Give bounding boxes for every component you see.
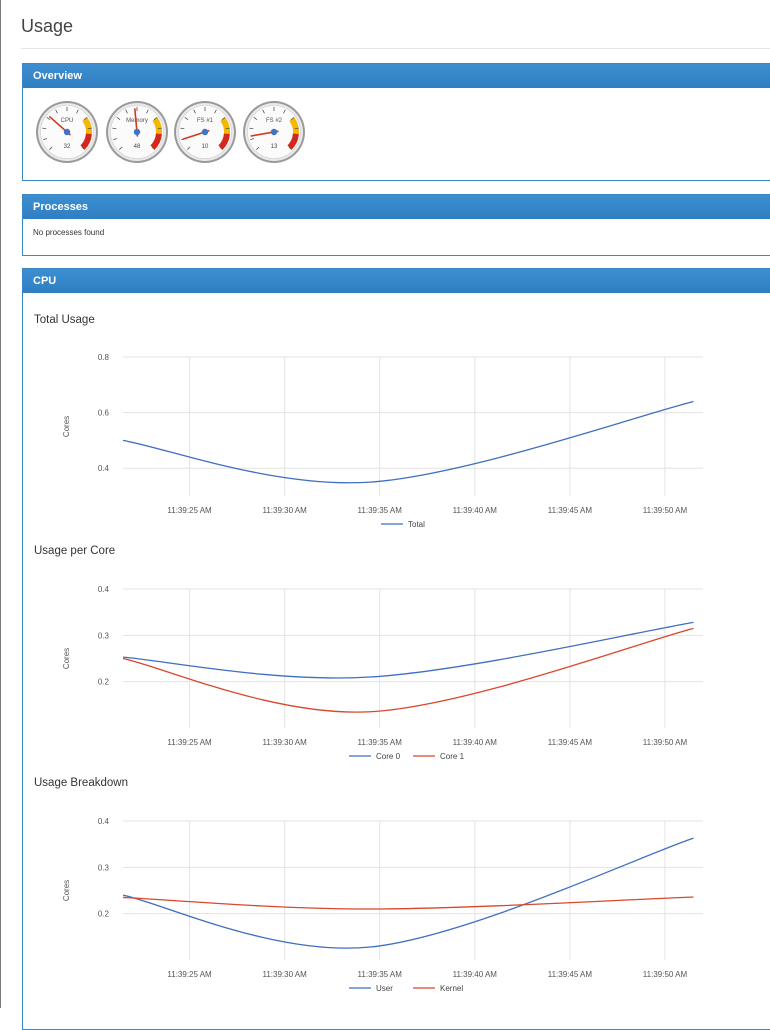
usage-per-core-title: Usage per Core [34, 545, 116, 557]
overview-panel: Overview CPU 32 Memory 48 FS #1 10 FS #2 13 [22, 63, 770, 181]
y-axis-label: Cores [62, 416, 71, 437]
y-tick-label: 0.6 [98, 409, 110, 418]
no-processes-text: No processes found [33, 228, 105, 237]
legend-label: Kernel [440, 984, 463, 993]
legend-label: Core 1 [440, 752, 465, 761]
series-line [122, 621, 694, 679]
x-tick-label: 11:39:30 AM [262, 738, 307, 747]
y-tick-label: 0.4 [98, 464, 110, 473]
y-tick-label: 0.2 [98, 910, 110, 919]
page-title: Usage [21, 16, 74, 36]
y-tick-label: 0.3 [98, 631, 110, 640]
x-tick-label: 11:39:30 AM [262, 506, 307, 515]
y-tick-label: 0.2 [98, 678, 110, 687]
x-tick-label: 11:39:25 AM [167, 970, 212, 979]
gauge-fs2: FS #2 13 [242, 100, 306, 164]
gauge-hub [63, 128, 71, 136]
gauge-memory: Memory 48 [105, 100, 169, 164]
overview-panel-header[interactable]: Overview [23, 64, 770, 88]
gauge-hub [133, 128, 141, 136]
usage-per-core-chart: 0.2 0.3 0.4 11:39:25 AM 11:39:30 AM 11:39:35 … [62, 585, 703, 761]
x-tick-label: 11:39:35 AM [358, 738, 403, 747]
total-usage-title: Total Usage [34, 314, 95, 326]
legend-label: Total [408, 520, 425, 529]
x-tick-label: 11:39:40 AM [453, 506, 498, 515]
x-tick-label: 11:39:35 AM [358, 970, 403, 979]
x-tick-label: 11:39:25 AM [167, 506, 212, 515]
x-tick-label: 11:39:35 AM [358, 506, 403, 515]
gauge-value: 32 [64, 144, 71, 150]
series-line [122, 837, 694, 949]
usage-breakdown-chart: 0.2 0.3 0.4 11:39:25 AM 11:39:30 AM 11:39:35 … [62, 817, 703, 993]
total-usage-chart: 0.4 0.6 0.8 11:39:25 AM 11:39:30 AM 11:39:35 … [62, 353, 703, 529]
series-line [122, 400, 694, 484]
x-tick-label: 11:39:45 AM [548, 970, 593, 979]
series-line [122, 627, 694, 713]
x-tick-label: 11:39:50 AM [643, 738, 688, 747]
y-tick-label: 0.3 [98, 863, 110, 872]
legend-label: User [376, 984, 393, 993]
gauge-cpu: CPU 32 [35, 100, 99, 164]
usage-page: Usage Overview CPU 32 Memory 48 FS #1 10 FS… [0, 0, 770, 1030]
cpu-panel: CPU Total Usage 0.4 0.6 0.8 11:39:25 AM 11:3… [22, 268, 770, 1030]
legend-label: Core 0 [376, 752, 401, 761]
gauge-label: CPU [61, 118, 74, 124]
series-line [122, 896, 694, 910]
y-tick-label: 0.4 [98, 585, 110, 594]
gauge-label: Memory [126, 118, 148, 124]
y-axis-label: Cores [62, 880, 71, 901]
processes-panel-body: No processes found [23, 219, 770, 237]
x-tick-label: 11:39:25 AM [167, 738, 212, 747]
cpu-panel-header[interactable]: CPU [23, 269, 770, 293]
processes-panel: Processes No processes found [22, 194, 770, 256]
y-tick-label: 0.8 [98, 353, 110, 362]
title-divider [21, 48, 770, 49]
usage-breakdown-title: Usage Breakdown [34, 777, 128, 789]
gauge-label: FS #2 [266, 118, 283, 124]
gauge-hub [201, 128, 209, 136]
gauge-label: FS #1 [197, 118, 214, 124]
gauge-hub [270, 128, 278, 136]
x-tick-label: 11:39:40 AM [453, 738, 498, 747]
x-tick-label: 11:39:45 AM [548, 738, 593, 747]
x-tick-label: 11:39:40 AM [453, 970, 498, 979]
gauge-fs1: FS #1 10 [173, 100, 237, 164]
processes-panel-header[interactable]: Processes [23, 195, 770, 219]
x-tick-label: 11:39:50 AM [643, 506, 688, 515]
gauge-value: 10 [202, 144, 209, 150]
y-axis-label: Cores [62, 648, 71, 669]
x-tick-label: 11:39:45 AM [548, 506, 593, 515]
gauge-value: 13 [271, 144, 278, 150]
x-tick-label: 11:39:50 AM [643, 970, 688, 979]
gauge-value: 48 [134, 144, 141, 150]
x-tick-label: 11:39:30 AM [262, 970, 307, 979]
y-tick-label: 0.4 [98, 817, 110, 826]
